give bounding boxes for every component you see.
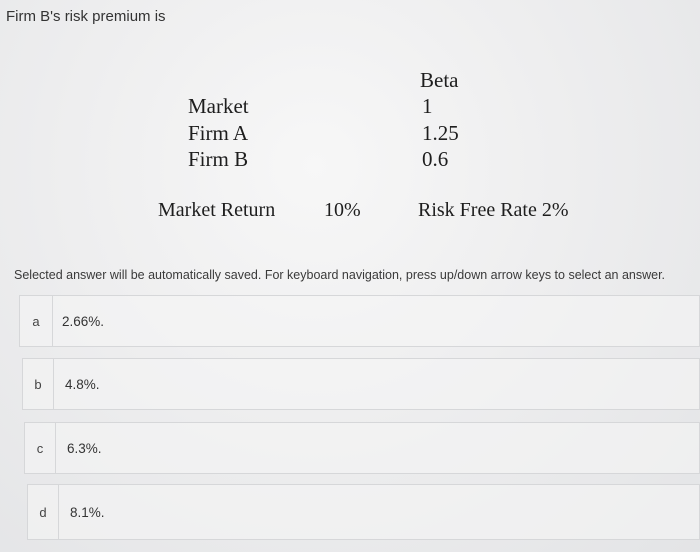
market-return-label: Market Return [158, 199, 276, 221]
row-name-firm-b: Firm B [188, 147, 249, 171]
option-letter-b: b [23, 359, 54, 409]
answer-option-c[interactable]: c 6.3%. [24, 422, 700, 474]
option-text-b: 4.8%. [65, 376, 100, 392]
option-text-d: 8.1%. [70, 504, 105, 520]
answer-instructions: Selected answer will be automatically sa… [14, 268, 666, 282]
row-name-market: Market [188, 94, 249, 118]
question-text: Firm B's risk premium is [6, 8, 166, 25]
row-beta-firm-b: 0.6 [422, 147, 449, 171]
row-beta-market: 1 [422, 94, 433, 118]
option-letter-d: d [28, 485, 59, 539]
answer-option-a[interactable]: a 2.66%. [19, 295, 700, 347]
option-letter-a: a [20, 296, 53, 346]
option-letter-c: c [25, 423, 56, 473]
row-name-firm-a: Firm A [188, 121, 249, 145]
option-text-a: 2.66%. [62, 313, 105, 329]
risk-free-rate: Risk Free Rate 2% [418, 199, 569, 221]
answer-option-d[interactable]: d 8.1%. [27, 484, 700, 540]
option-text-c: 6.3%. [67, 440, 102, 456]
beta-column-header: Beta [420, 68, 459, 92]
row-beta-firm-a: 1.25 [422, 121, 459, 145]
answer-option-b[interactable]: b 4.8%. [22, 358, 700, 410]
market-return-value: 10% [324, 199, 361, 221]
